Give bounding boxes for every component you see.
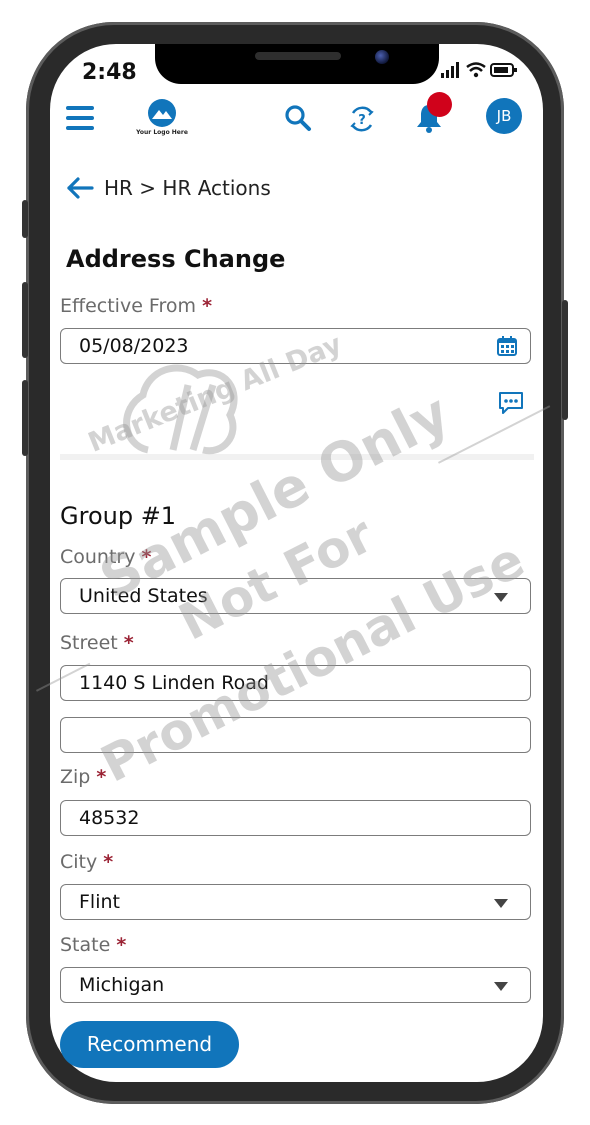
chevron-down-icon (494, 899, 508, 908)
notification-dot (427, 92, 452, 117)
notification-button[interactable] (412, 92, 454, 136)
chevron-down-icon (494, 593, 508, 602)
front-camera (375, 50, 389, 64)
volume-up-button (22, 282, 28, 358)
country-label-text: Country (60, 546, 136, 568)
company-logo[interactable]: Your Logo Here (136, 98, 188, 138)
notch (155, 44, 439, 84)
zip-label-text: Zip (60, 766, 91, 788)
required-mark: * (123, 632, 134, 654)
city-label: City * (60, 851, 113, 873)
street-label: Street * (60, 632, 134, 654)
comment-icon[interactable] (498, 390, 524, 416)
country-select[interactable]: United States (60, 578, 531, 614)
menu-icon[interactable] (66, 104, 94, 132)
svg-text:?: ? (358, 113, 366, 128)
logo-text: Your Logo Here (136, 129, 188, 136)
city-value: Flint (79, 891, 120, 913)
chevron-down-icon (494, 982, 508, 991)
power-button (562, 300, 568, 420)
country-value: United States (79, 585, 208, 607)
street-label-text: Street (60, 632, 118, 654)
zip-value: 48532 (79, 807, 140, 829)
state-value: Michigan (79, 974, 165, 996)
search-icon[interactable] (284, 104, 312, 132)
back-arrow-icon[interactable] (66, 177, 94, 199)
help-icon[interactable]: ? (347, 104, 377, 134)
status-time: 2:48 (82, 60, 137, 85)
state-label-text: State (60, 934, 111, 956)
mountain-logo-icon (148, 99, 176, 127)
avatar[interactable]: JB (486, 98, 522, 134)
watermark-logo-icon (123, 364, 238, 455)
required-mark: * (202, 295, 212, 317)
street-line1-input[interactable]: 1140 S Linden Road (60, 665, 531, 701)
required-mark: * (103, 851, 114, 873)
recommend-button[interactable]: Recommend (60, 1021, 239, 1068)
wifi-icon (466, 62, 486, 78)
calendar-icon[interactable] (496, 335, 518, 357)
battery-icon (490, 63, 517, 77)
required-mark: * (141, 546, 152, 568)
speaker (255, 52, 341, 60)
breadcrumb[interactable]: HR > HR Actions (104, 176, 271, 200)
street-line2-input[interactable] (60, 717, 531, 753)
group-title: Group #1 (60, 502, 177, 530)
page-title: Address Change (66, 245, 286, 273)
signal-icon (441, 62, 459, 78)
state-label: State * (60, 934, 126, 956)
country-label: Country * (60, 546, 151, 568)
zip-input[interactable]: 48532 (60, 800, 531, 836)
street-line1-value: 1140 S Linden Road (79, 672, 269, 694)
effective-from-value: 05/08/2023 (79, 335, 189, 357)
required-mark: * (96, 766, 107, 788)
effective-from-label-text: Effective From (60, 295, 197, 317)
city-select[interactable]: Flint (60, 884, 531, 920)
status-icons (440, 62, 518, 78)
state-select[interactable]: Michigan (60, 967, 531, 1003)
required-mark: * (116, 934, 127, 956)
city-label-text: City (60, 851, 98, 873)
mute-switch (22, 200, 28, 238)
zip-label: Zip * (60, 766, 106, 788)
effective-from-label: Effective From * (60, 295, 212, 317)
volume-down-button (22, 380, 28, 456)
